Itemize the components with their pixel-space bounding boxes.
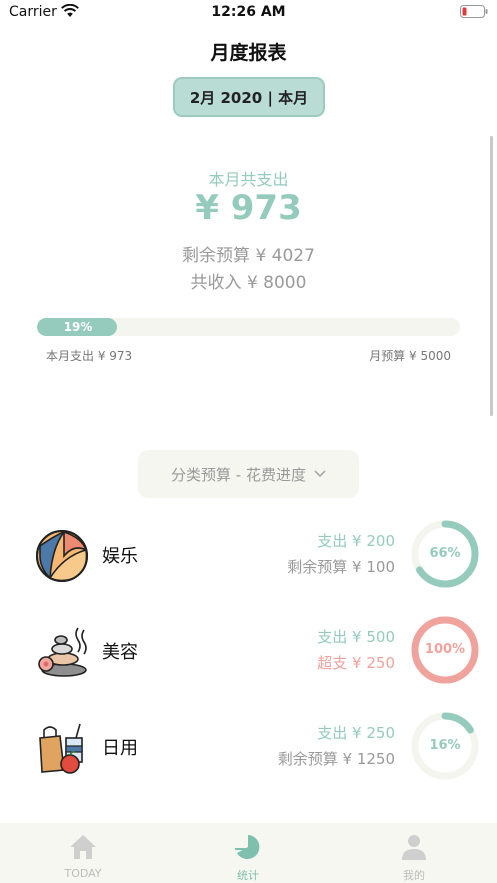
page-title: 月度报表 bbox=[210, 42, 287, 64]
battery-icon bbox=[460, 5, 488, 18]
user-icon bbox=[402, 835, 426, 860]
category-spent: 支出 ¥ 250 bbox=[317, 724, 395, 742]
category-name: 娱乐 bbox=[102, 546, 138, 567]
summary-remaining-budget: 剩余预算 ¥ 4027 bbox=[182, 246, 315, 266]
category-overspent: 超支 ¥ 250 bbox=[317, 654, 395, 672]
category-progress-percent: 100% bbox=[424, 642, 466, 657]
category-name: 美容 bbox=[102, 642, 138, 663]
tab-today-label: TODAY bbox=[64, 867, 102, 880]
status-time: 12:26 AM bbox=[211, 4, 286, 20]
summary-total-income: 共收入 ¥ 8000 bbox=[190, 273, 307, 293]
spa-stones-icon bbox=[38, 627, 87, 677]
tab-statistics[interactable]: 统计 bbox=[188, 823, 308, 883]
category-row-entertainment[interactable]: 娱乐 支出 ¥ 200 剩余预算 ¥ 100 66% bbox=[0, 518, 497, 598]
category-row-daily[interactable]: 日用 支出 ¥ 250 剩余预算 ¥ 1250 16% bbox=[0, 710, 497, 790]
month-selector-button[interactable]: 2月 2020 | 本月 bbox=[173, 77, 325, 117]
monthly-budget-caption: 月预算 ¥ 5000 bbox=[369, 349, 451, 363]
tab-today[interactable]: TODAY bbox=[23, 823, 143, 883]
category-progress-percent: 16% bbox=[429, 738, 461, 753]
home-icon bbox=[70, 835, 96, 859]
status-bar: Carrier 12:26 AM bbox=[0, 0, 497, 26]
category-remaining: 剩余预算 ¥ 1250 bbox=[277, 750, 395, 768]
summary-amount: ¥ 973 bbox=[195, 188, 302, 228]
monthly-spent-caption: 本月支出 ¥ 973 bbox=[46, 349, 133, 363]
summary-label: 本月共支出 bbox=[208, 170, 289, 189]
tab-bar: TODAY 统计 我的 bbox=[0, 823, 497, 883]
tab-profile-label: 我的 bbox=[403, 869, 425, 882]
category-spent: 支出 ¥ 200 bbox=[317, 532, 395, 550]
chevron-down-icon bbox=[314, 470, 326, 478]
category-remaining: 剩余预算 ¥ 100 bbox=[287, 558, 395, 576]
pie-chart-icon bbox=[235, 835, 260, 859]
beach-ball-icon bbox=[36, 530, 88, 582]
month-selector-label: 2月 2020 | 本月 bbox=[189, 88, 309, 107]
category-budget-dropdown-label: 分类预算 - 花费进度 bbox=[171, 465, 306, 484]
tab-profile[interactable]: 我的 bbox=[354, 823, 474, 883]
tab-statistics-label: 统计 bbox=[237, 869, 259, 882]
category-spent: 支出 ¥ 500 bbox=[317, 628, 395, 646]
category-progress-percent: 66% bbox=[429, 546, 461, 561]
category-row-beauty[interactable]: 美容 支出 ¥ 500 超支 ¥ 250 100% bbox=[0, 614, 497, 694]
category-name: 日用 bbox=[102, 738, 138, 759]
monthly-progress-percent: 19% bbox=[63, 320, 93, 334]
category-budget-dropdown[interactable]: 分类预算 - 花费进度 bbox=[138, 450, 359, 498]
grocery-bag-icon bbox=[39, 723, 83, 774]
